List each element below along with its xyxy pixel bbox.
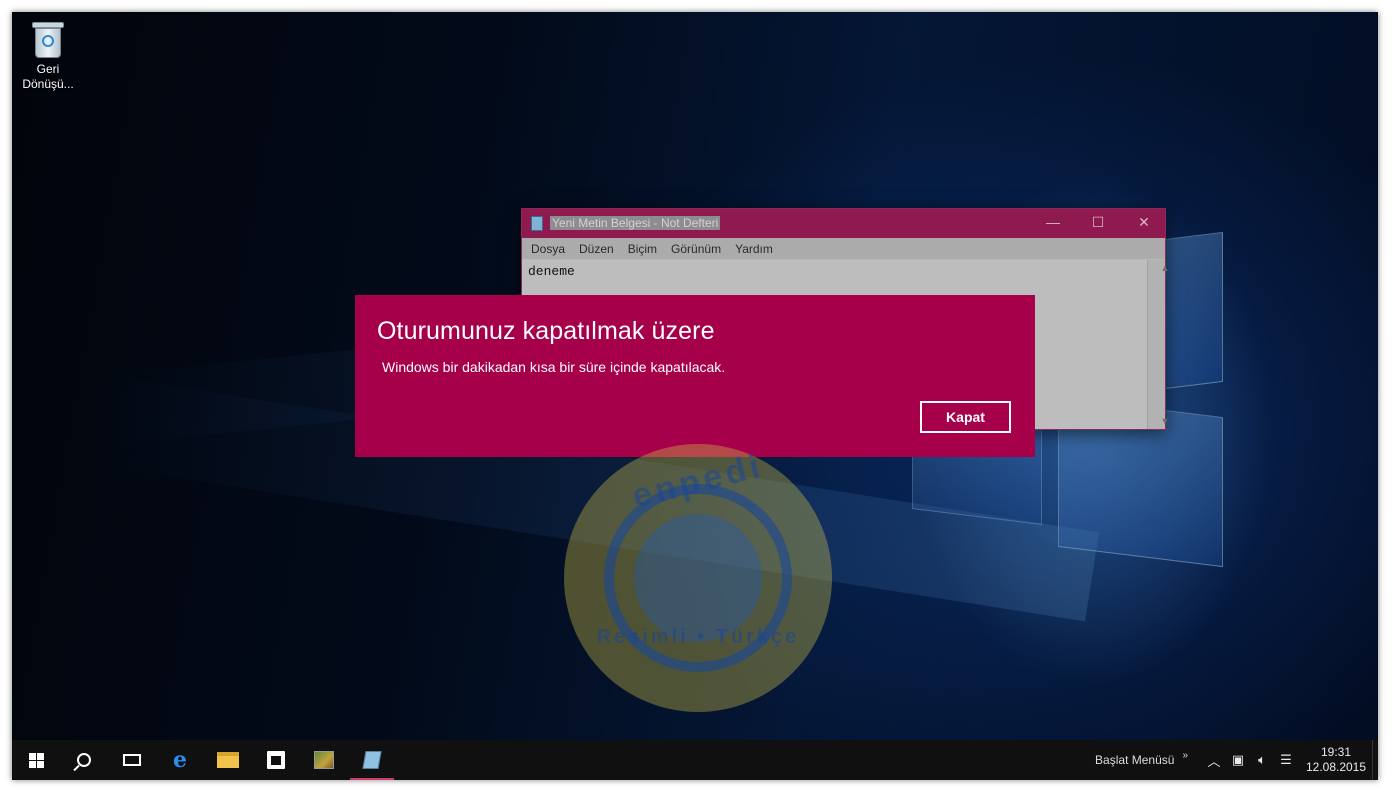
file-explorer-icon	[217, 752, 239, 768]
close-dialog-button[interactable]: Kapat	[920, 401, 1011, 433]
app-icon	[314, 751, 334, 769]
store-icon	[267, 751, 285, 769]
desktop-icon-recycle-bin[interactable]: Geri Dönüşü...	[18, 20, 78, 92]
notepad-icon	[531, 216, 543, 231]
menu-item-bicim[interactable]: Biçim	[621, 242, 664, 256]
chevron-up-icon[interactable]: ︿	[1202, 751, 1226, 770]
close-button[interactable]: ✕	[1129, 214, 1159, 231]
notepad-icon	[362, 751, 382, 769]
menu-bar: Dosya Düzen Biçim Görünüm Yardım	[522, 238, 1165, 259]
menu-item-duzen[interactable]: Düzen	[572, 242, 621, 256]
vertical-scrollbar[interactable]: ▲ ▼	[1147, 260, 1169, 429]
scroll-down-icon[interactable]: ▼	[1157, 416, 1174, 426]
menu-item-dosya[interactable]: Dosya	[524, 242, 572, 256]
recycle-bin-icon	[30, 20, 66, 60]
watermark-bottom-text: Resimli • Türkçe	[596, 626, 800, 648]
dialog-message: Windows bir dakikadan kısa bir süre için…	[382, 359, 726, 375]
start-button[interactable]	[12, 740, 60, 780]
notepad-taskbar-button[interactable]	[348, 740, 396, 780]
action-center-icon[interactable]: ☰	[1274, 752, 1298, 768]
file-explorer-button[interactable]	[204, 740, 252, 780]
volume-icon[interactable]: 🔈︎	[1250, 752, 1274, 768]
dialog-title: Oturumunuz kapatılmak üzere	[377, 317, 715, 345]
desktop-icon-label: Geri Dönüşü...	[22, 62, 74, 91]
scroll-up-icon[interactable]: ▲	[1157, 263, 1174, 273]
start-menu-toolbar[interactable]: Başlat Menüsü	[1095, 753, 1174, 767]
edge-icon: e	[173, 747, 187, 773]
taskbar: e Başlat Menüsü » ︿ ▣ 🔈︎ ☰ 19:31 12.08.2…	[12, 740, 1378, 780]
desktop-screen: Geri Dönüşü... Yeni Metin Belgesi - Not …	[12, 12, 1378, 780]
search-button[interactable]	[60, 740, 108, 780]
task-view-icon	[123, 754, 141, 766]
minimize-button[interactable]: —	[1038, 214, 1068, 230]
show-desktop-button[interactable]	[1372, 740, 1378, 780]
watermark-logo: enpedi Resimli • Türkçe	[564, 444, 832, 712]
shutdown-dialog: Oturumunuz kapatılmak üzere Windows bir …	[355, 295, 1035, 457]
task-view-button[interactable]	[108, 740, 156, 780]
system-tray: Başlat Menüsü » ︿ ▣ 🔈︎ ☰ 19:31 12.08.201…	[1095, 740, 1378, 780]
start-icon	[28, 752, 44, 768]
clock-date: 12.08.2015	[1305, 760, 1367, 774]
menu-item-yardim[interactable]: Yardım	[728, 242, 780, 256]
network-icon[interactable]: ▣	[1226, 752, 1250, 768]
menu-item-gorunum[interactable]: Görünüm	[664, 242, 728, 256]
clock[interactable]: 19:31 12.08.2015	[1304, 745, 1368, 775]
window-title: Yeni Metin Belgesi - Not Defteri	[550, 216, 721, 230]
maximize-button[interactable]: ☐	[1083, 214, 1113, 231]
search-icon	[77, 753, 91, 767]
notepad-titlebar[interactable]: Yeni Metin Belgesi - Not Defteri — ☐ ✕	[522, 209, 1165, 238]
app-button[interactable]	[300, 740, 348, 780]
toolbar-chevron-icon[interactable]: »	[1182, 750, 1188, 761]
store-button[interactable]	[252, 740, 300, 780]
edge-button[interactable]: e	[156, 740, 204, 780]
clock-time: 19:31	[1320, 745, 1352, 759]
